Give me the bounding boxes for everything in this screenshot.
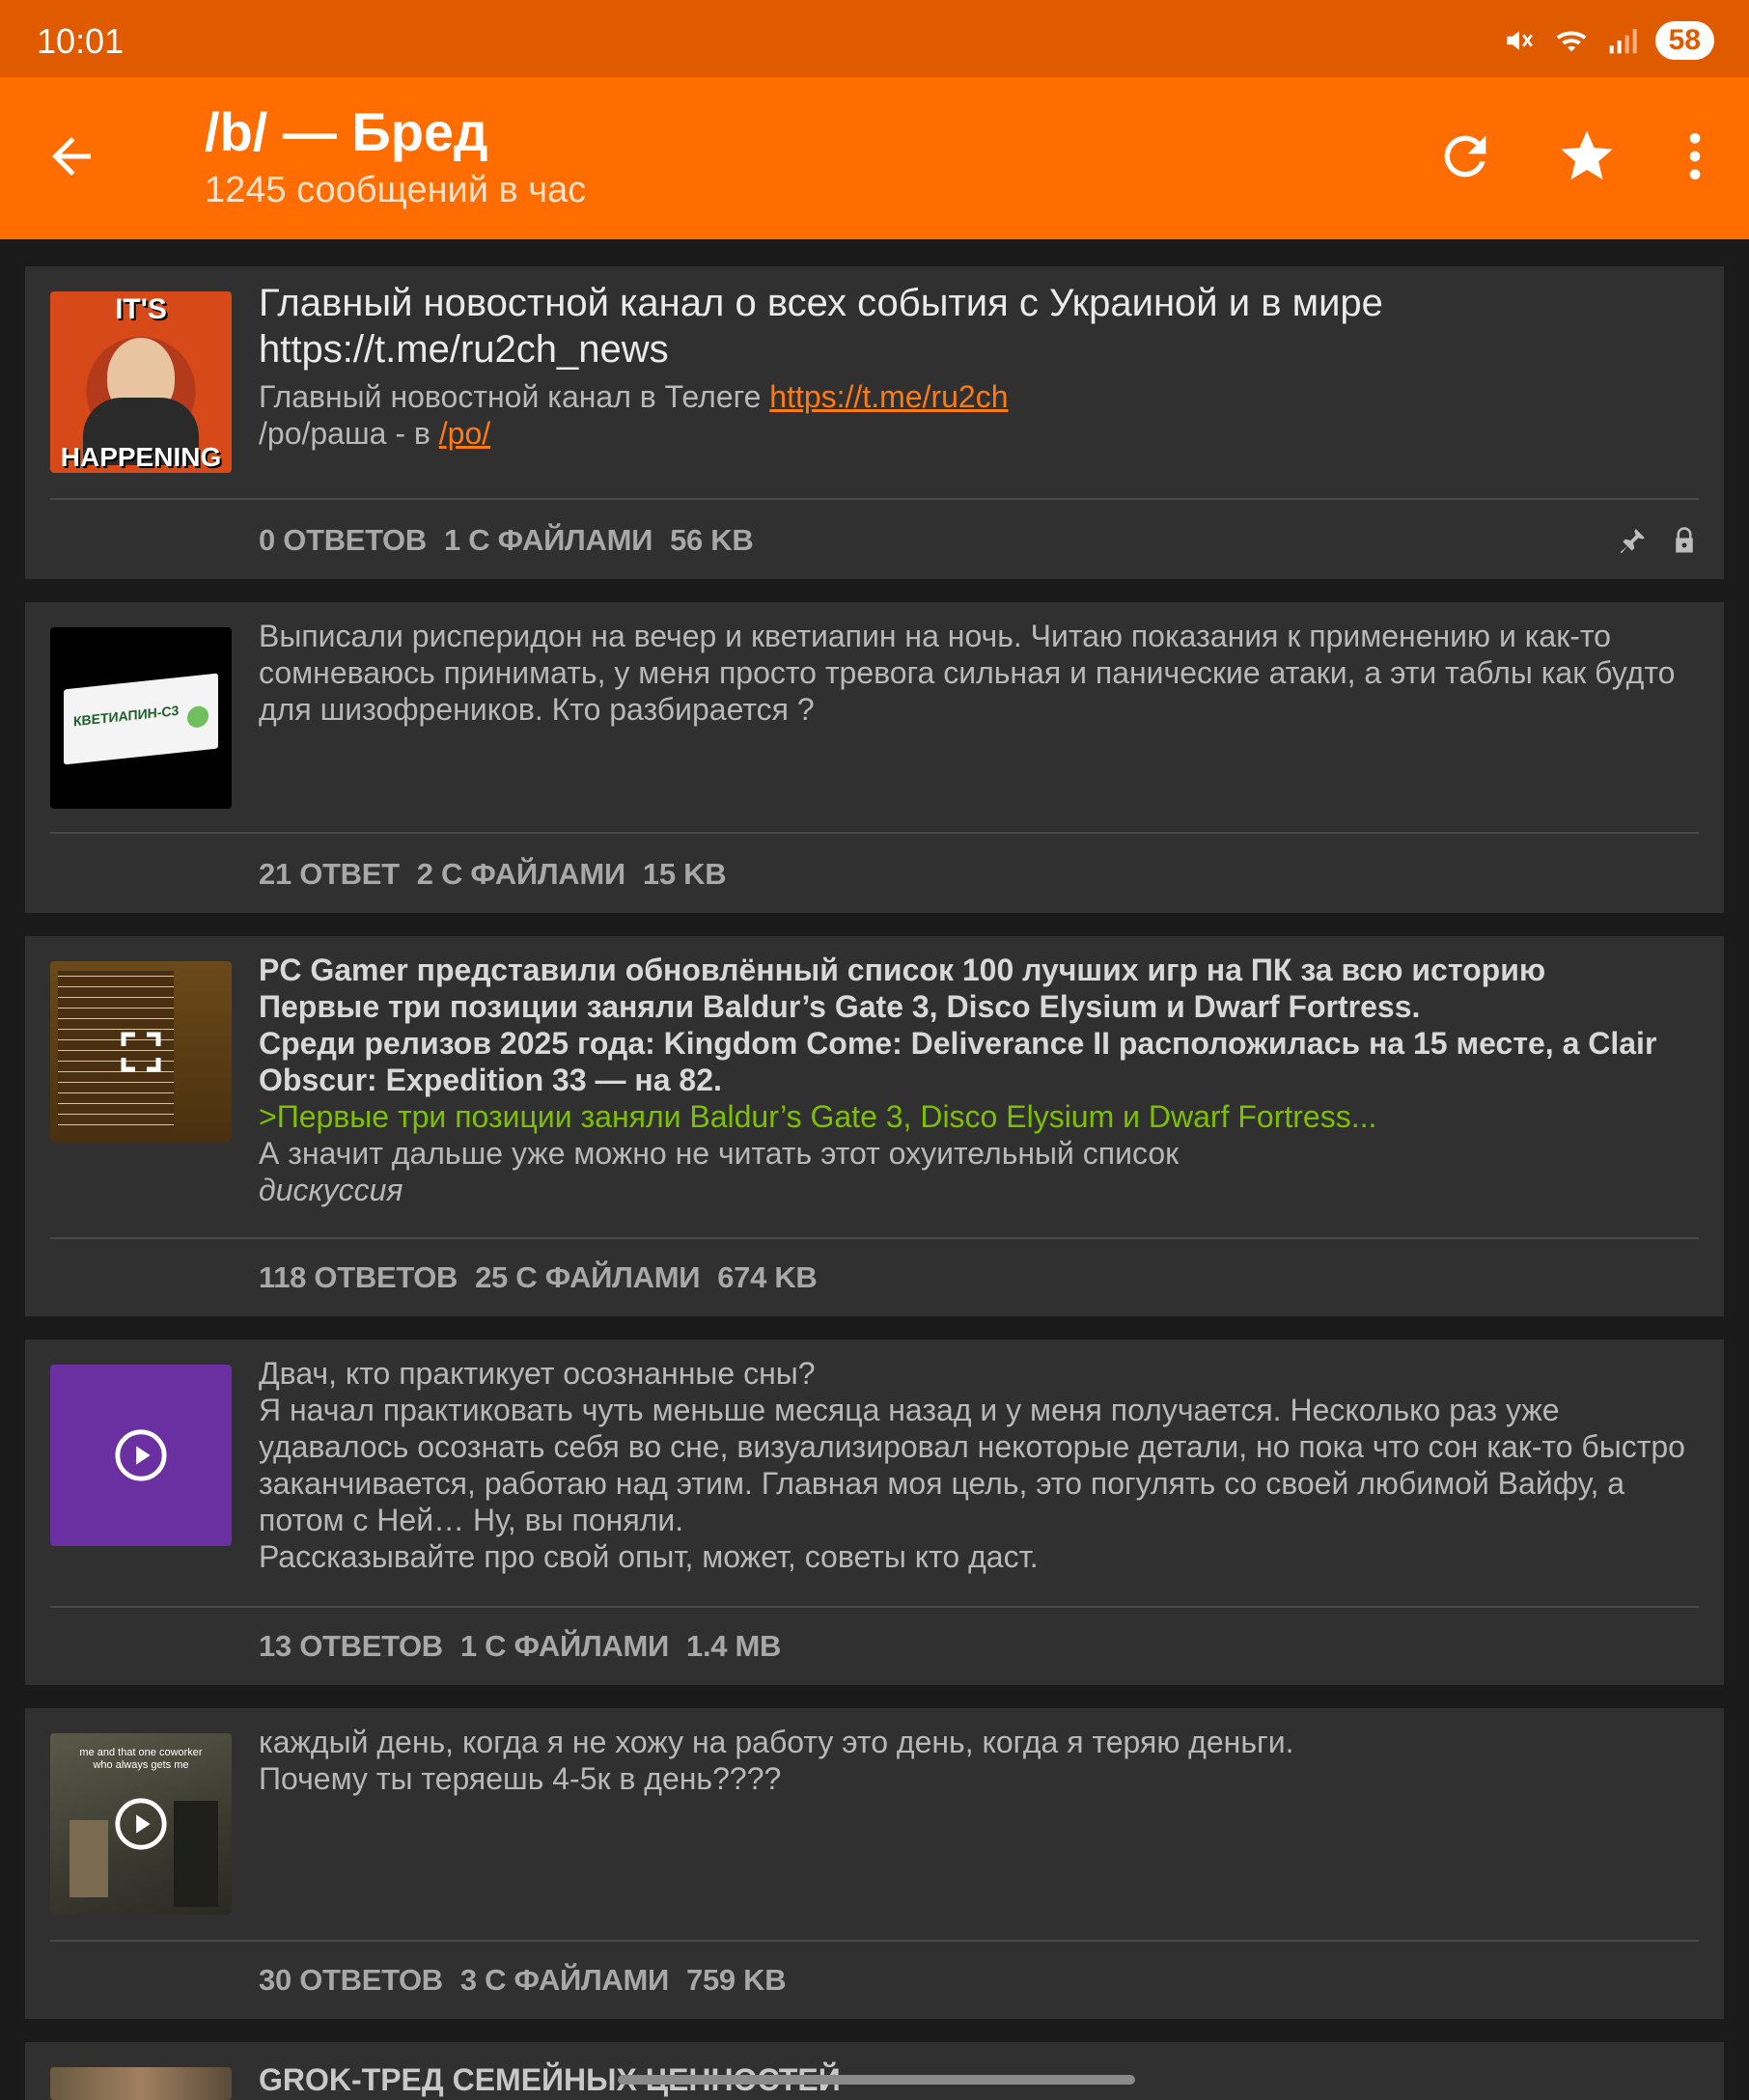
thumb-figure [174, 1801, 218, 1907]
thread-comment-line: Главный новостной канал в Телеге https:/… [259, 378, 1699, 415]
reply-count: 118 ОТВЕТОВ [259, 1260, 458, 1294]
thumb-top-text: IT'S [115, 293, 167, 325]
thread-bold-line: PC Gamer представили обновлённый список … [259, 953, 1546, 987]
favorite-button[interactable] [1556, 125, 1618, 187]
star-icon [1561, 130, 1613, 180]
lock-icon [1676, 527, 1693, 553]
play-icon [115, 1429, 167, 1481]
thumb-caption: me and that one coworker who always gets… [79, 1747, 203, 1771]
app-bar: /b/ — Бред 1245 сообщений в час [0, 77, 1749, 239]
pin-icon [1620, 529, 1645, 554]
thread-subject-line: https://t.me/ru2ch_news [259, 328, 669, 371]
mute-icon [1506, 31, 1533, 50]
back-button[interactable] [42, 127, 100, 185]
comment-link[interactable]: https://t.me/ru2ch [769, 379, 1008, 414]
board-subtitle: 1245 сообщений в час [205, 170, 587, 210]
thumb-pill-icon [187, 705, 208, 729]
thread-body: каждый день, когда я не хожу на работу э… [259, 1724, 1699, 1797]
more-vert-icon [1689, 133, 1701, 180]
thread-body: Главный новостной канал о всех события с… [259, 280, 1699, 452]
thread-body: Выписали рисперидон на вечер и кветиапин… [259, 618, 1699, 728]
thread-card[interactable]: GROK-ТРЕД СЕМЕЙНЫХ ЦЕННОСТЕЙ [25, 2042, 1724, 2100]
thread-comment: Выписали рисперидон на вечер и кветиапин… [259, 619, 1676, 727]
file-count: 2 С ФАЙЛАМИ [416, 857, 625, 891]
expand-icon [121, 1032, 161, 1072]
reply-count: 13 ОТВЕТОВ [259, 1629, 443, 1663]
thread-comment-line: Почему ты теряешь 4-5к в день???? [259, 1761, 782, 1796]
signal-icon [1609, 29, 1637, 54]
wifi-icon [1556, 31, 1587, 52]
board-title: /b/ — Бред [205, 101, 488, 162]
thread-body: PC Gamer представили обновлённый список … [259, 952, 1699, 1208]
thumb-box-label: КВЕТИАПИН-С3 [73, 702, 180, 730]
thread-stats: 30 ОТВЕТОВ 3 С ФАЙЛАМИ 759 KB [259, 1963, 803, 1998]
file-size: 15 KB [642, 857, 727, 891]
reply-count: 30 ОТВЕТОВ [259, 1963, 443, 1997]
thread-thumbnail[interactable]: IT'S HAPPENING [50, 291, 232, 473]
thumb-bottom-text: HAPPENING [60, 442, 222, 472]
reply-count: 21 ОТВЕТ [259, 857, 400, 891]
back-arrow-icon [52, 137, 91, 176]
thread-card[interactable]: me and that one coworker who always gets… [25, 1708, 1724, 2019]
thread-comment-line: Я начал практиковать чуть меньше месяца … [259, 1393, 1685, 1537]
thread-flags [1618, 525, 1699, 556]
comment-text: /po/раша - в [259, 416, 439, 451]
thread-subject-line: Главный новостной канал о всех события с… [259, 282, 1383, 324]
thread-card[interactable]: IT'S HAPPENING Главный новостной канал о… [25, 266, 1724, 579]
thread-comment-line: каждый день, когда я не хожу на работу э… [259, 1725, 1294, 1759]
thread-body: Двач, кто практикует осознанные сны? Я н… [259, 1355, 1699, 1575]
file-count: 3 С ФАЙЛАМИ [459, 1963, 670, 1997]
thread-stats: 13 ОТВЕТОВ 1 С ФАЙЛАМИ 1.4 MB [259, 1629, 798, 1664]
file-size: 759 KB [686, 1963, 787, 1997]
thread-comment-line: Двач, кто практикует осознанные сны? [259, 1356, 816, 1391]
status-icons: 58 [1503, 19, 1714, 62]
thread-card[interactable]: Двач, кто практикует осознанные сны? Я н… [25, 1340, 1724, 1685]
file-count: 1 С ФАЙЛАМИ [459, 1629, 670, 1663]
file-size: 56 KB [670, 523, 754, 557]
card-divider [50, 1940, 1699, 1942]
thread-tag: дискуссия [259, 1173, 403, 1207]
thread-quote: >Первые три позиции заняли Baldur’s Gate… [259, 1099, 1377, 1134]
thread-comment: А значит дальше уже можно не читать этот… [259, 1136, 1180, 1171]
file-count: 25 С ФАЙЛАМИ [475, 1260, 701, 1294]
thread-stats: 0 ОТВЕТОВ 1 С ФАЙЛАМИ 56 KB [259, 523, 770, 558]
status-bar: 10:01 58 [0, 0, 1749, 77]
thumb-figure [69, 1820, 108, 1897]
thread-bold-line: Среди релизов 2025 года: Kingdom Come: D… [259, 1026, 1657, 1097]
card-divider [50, 832, 1699, 834]
thread-stats: 118 ОТВЕТОВ 25 С ФАЙЛАМИ 674 KB [259, 1260, 835, 1295]
thread-comment-line: /po/раша - в /po/ [259, 415, 1699, 452]
comment-link[interactable]: /po/ [439, 416, 490, 451]
card-divider [50, 1606, 1699, 1608]
card-divider [50, 1237, 1699, 1239]
thread-thumbnail[interactable]: КВЕТИАПИН-С3 [50, 627, 232, 809]
thread-card[interactable]: КВЕТИАПИН-С3 Выписали рисперидон на вече… [25, 602, 1724, 913]
battery-indicator: 58 [1654, 21, 1714, 60]
thread-thumbnail[interactable] [50, 961, 232, 1143]
thumb-pill-box: КВЕТИАПИН-С3 [64, 673, 218, 765]
home-indicator[interactable] [618, 2075, 1135, 2085]
reply-count: 0 ОТВЕТОВ [259, 523, 427, 557]
more-options-button[interactable] [1664, 125, 1726, 187]
file-size: 1.4 MB [686, 1629, 782, 1663]
card-divider [50, 498, 1699, 500]
thread-card[interactable]: PC Gamer представили обновлённый список … [25, 936, 1724, 1316]
comment-text: Главный новостной канал в Телеге [259, 379, 770, 414]
status-time: 10:01 [37, 21, 125, 61]
play-icon [115, 1798, 167, 1850]
thread-comment-line: Рассказывайте про свой опыт, может, сове… [259, 1539, 1039, 1574]
refresh-button[interactable] [1434, 125, 1496, 187]
thread-thumbnail[interactable]: me and that one coworker who always gets… [50, 1733, 232, 1915]
thread-thumbnail[interactable] [50, 2067, 232, 2100]
thread-stats: 21 ОТВЕТ 2 С ФАЙЛАМИ 15 KB [259, 857, 743, 892]
refresh-icon [1444, 135, 1486, 178]
thread-bold-line: Первые три позиции заняли Baldur’s Gate … [259, 989, 1421, 1024]
file-count: 1 С ФАЙЛАМИ [443, 523, 653, 557]
file-size: 674 KB [717, 1260, 818, 1294]
thread-thumbnail[interactable] [50, 1365, 232, 1546]
